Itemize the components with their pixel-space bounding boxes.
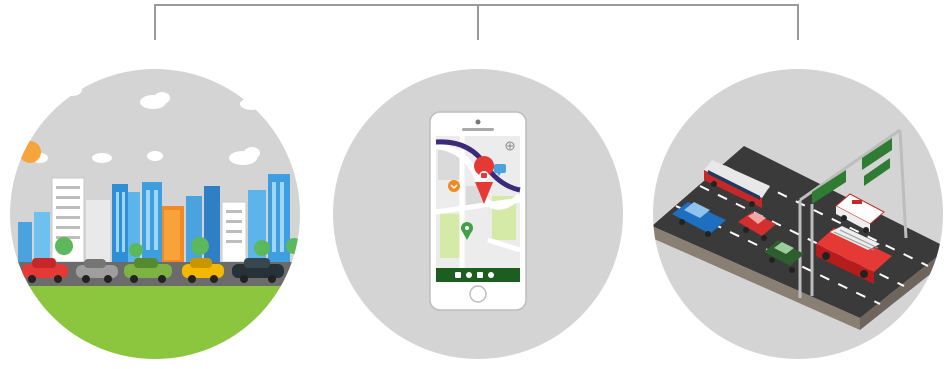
- bar-icon-4: [488, 272, 494, 278]
- connector-bracket: [154, 4, 799, 40]
- phone-home-button: [469, 285, 487, 303]
- city-traffic-icon: [10, 69, 300, 359]
- bar-icon-1: [455, 272, 461, 278]
- phone-speaker: [462, 128, 494, 131]
- city-grass: [10, 286, 300, 359]
- sun-icon: [19, 141, 41, 163]
- phone-camera: [475, 119, 481, 125]
- connector-lines: [154, 4, 799, 40]
- bar-icon-2: [466, 272, 472, 278]
- heart-marker-icon: [448, 180, 460, 192]
- highway-vehicles-icon: [653, 69, 943, 359]
- diagram-canvas: [10, 4, 943, 359]
- diagram-stage: [0, 0, 948, 369]
- smartphone-map-icon: [333, 69, 623, 359]
- compass-icon: [505, 141, 515, 151]
- bar-icon-3: [477, 272, 483, 278]
